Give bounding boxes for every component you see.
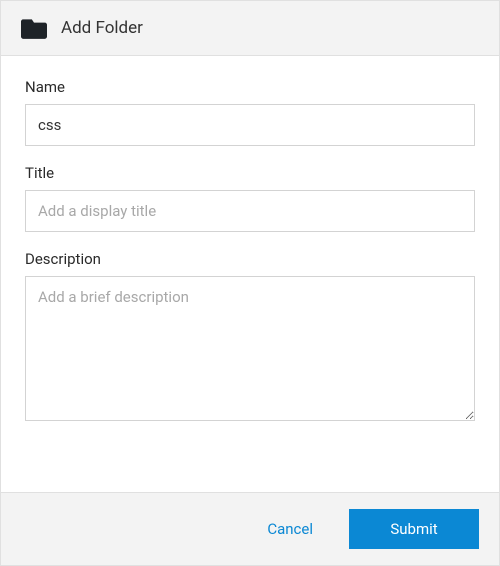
title-label: Title <box>25 164 475 182</box>
name-label: Name <box>25 78 475 96</box>
description-field: Description <box>25 250 475 421</box>
name-input[interactable] <box>25 104 475 146</box>
submit-button[interactable]: Submit <box>349 509 479 549</box>
folder-icon <box>21 17 47 39</box>
dialog-header: Add Folder <box>1 1 499 56</box>
add-folder-dialog: Add Folder Name Title Description Cancel… <box>0 0 500 566</box>
dialog-footer: Cancel Submit <box>1 492 499 565</box>
dialog-body: Name Title Description <box>1 56 499 492</box>
title-field: Title <box>25 164 475 232</box>
title-input[interactable] <box>25 190 475 232</box>
cancel-button[interactable]: Cancel <box>241 509 339 549</box>
name-field: Name <box>25 78 475 146</box>
description-label: Description <box>25 250 475 268</box>
dialog-title: Add Folder <box>61 18 143 38</box>
description-input[interactable] <box>25 276 475 421</box>
